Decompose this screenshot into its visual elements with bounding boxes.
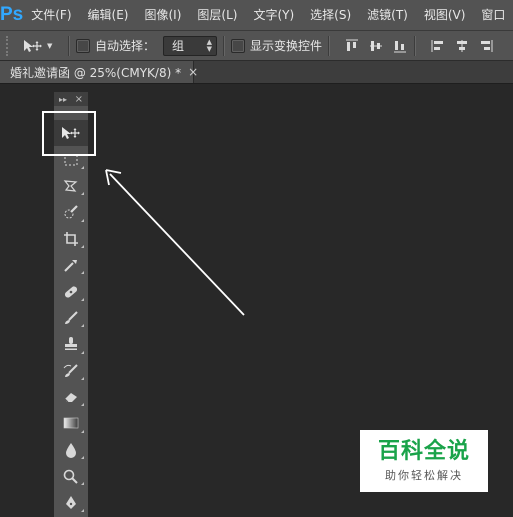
- align-horizontal-centers-icon[interactable]: [453, 36, 470, 56]
- submenu-indicator: [81, 456, 84, 460]
- divider: [223, 35, 226, 56]
- auto-select-value: 组: [172, 39, 185, 53]
- stamp-icon: [65, 337, 77, 351]
- spot-healing-brush-tool-button[interactable]: [54, 278, 88, 304]
- menu-edit[interactable]: 编辑(E): [80, 0, 137, 30]
- options-bar: ▼ 自动选择： 组 ▲ ▼ 显示变换控件: [0, 31, 513, 61]
- show-transform-controls-checkbox[interactable]: [231, 38, 246, 53]
- submenu-indicator: [81, 244, 84, 248]
- menu-view[interactable]: 视图(V): [416, 0, 474, 30]
- menu-type[interactable]: 文字(Y): [245, 0, 302, 30]
- submenu-indicator: [81, 218, 84, 222]
- menu-layer[interactable]: 图层(L): [189, 0, 245, 30]
- dodge-icon: [63, 469, 78, 484]
- auto-select-dropdown[interactable]: 组 ▲ ▼: [163, 35, 218, 56]
- polygonal-lasso-tool-button[interactable]: [54, 173, 88, 199]
- eyedropper-icon: [64, 260, 77, 272]
- pen-icon: [66, 495, 76, 509]
- gradient-icon: [63, 418, 79, 429]
- options-bar-grip[interactable]: [6, 35, 14, 56]
- close-icon[interactable]: ×: [188, 65, 198, 79]
- clone-stamp-tool-button[interactable]: [54, 331, 88, 357]
- document-tab-bar: 婚礼邀请函 @ 25%(CMYK/8) * ×: [0, 61, 513, 84]
- align-right-edges-icon[interactable]: [477, 36, 494, 56]
- submenu-indicator: [81, 350, 84, 354]
- blur-tool-button[interactable]: [54, 437, 88, 463]
- menu-select[interactable]: 选择(S): [302, 0, 359, 30]
- submenu-indicator: [81, 376, 84, 380]
- align-vertical-centers-icon[interactable]: [367, 36, 384, 56]
- eraser-icon: [64, 393, 77, 403]
- history-brush-tool-button[interactable]: [54, 358, 88, 384]
- close-icon[interactable]: ×: [75, 94, 83, 105]
- submenu-indicator: [81, 482, 84, 486]
- quick-selection-tool-button[interactable]: [54, 199, 88, 225]
- dodge-tool-button[interactable]: [54, 463, 88, 489]
- brush-icon: [65, 311, 78, 324]
- gradient-tool-button[interactable]: [54, 410, 88, 436]
- submenu-indicator: [81, 165, 84, 169]
- divider: [328, 35, 331, 56]
- document-tab[interactable]: 婚礼邀请函 @ 25%(CMYK/8) * ×: [0, 61, 198, 83]
- crop-icon: [64, 231, 78, 246]
- submenu-indicator: [81, 324, 84, 328]
- tool-preset-picker[interactable]: ▼: [22, 38, 62, 54]
- watermark: 百科全说 助你轻松解决: [360, 430, 488, 492]
- divider: [68, 35, 70, 56]
- submenu-indicator: [81, 271, 84, 275]
- align-top-edges-icon[interactable]: [343, 36, 360, 56]
- bandage-icon: [64, 285, 78, 298]
- chevron-down-icon: ▼: [47, 41, 53, 50]
- brush-tool-button[interactable]: [54, 305, 88, 331]
- eyedropper-tool-button[interactable]: [54, 252, 88, 278]
- submenu-indicator: [81, 192, 84, 196]
- menu-window[interactable]: 窗口: [473, 0, 513, 30]
- collapse-icon[interactable]: ▸▸: [59, 95, 67, 104]
- auto-select-checkbox[interactable]: [76, 38, 90, 53]
- submenu-indicator: [81, 297, 84, 301]
- lasso-icon: [63, 180, 78, 192]
- history-brush-icon: [63, 363, 78, 377]
- divider: [414, 35, 417, 56]
- submenu-indicator: [81, 429, 84, 433]
- move-tool-icon: [24, 39, 42, 52]
- watermark-title: 百科全说: [377, 439, 470, 464]
- move-tool-highlight-box: [42, 111, 96, 156]
- menu-bar: Ps 文件(F) 编辑(E) 图像(I) 图层(L) 文字(Y) 选择(S) 滤…: [0, 0, 513, 31]
- crop-tool-button[interactable]: [54, 226, 88, 252]
- auto-select-label: 自动选择：: [95, 39, 156, 53]
- align-left-edges-icon[interactable]: [429, 36, 446, 56]
- show-transform-controls-label: 显示变换控件: [250, 39, 323, 53]
- eraser-tool-button[interactable]: [54, 384, 88, 410]
- document-tab-title: 婚礼邀请函 @ 25%(CMYK/8) *: [10, 65, 182, 80]
- menu-filter[interactable]: 滤镜(T): [359, 0, 416, 30]
- menu-file[interactable]: 文件(F): [23, 0, 79, 30]
- stepper-icon: ▲ ▼: [206, 37, 213, 53]
- pen-tool-button[interactable]: [54, 489, 88, 515]
- droplet-icon: [66, 442, 76, 458]
- tools-panel-header[interactable]: ▸▸ ×: [54, 92, 88, 106]
- align-bottom-edges-icon[interactable]: [391, 36, 408, 56]
- menu-image[interactable]: 图像(I): [136, 0, 189, 30]
- submenu-indicator: [81, 403, 84, 407]
- photoshop-logo: Ps: [0, 4, 24, 25]
- watermark-subtitle: 助你轻松解决: [385, 469, 463, 482]
- submenu-indicator: [81, 508, 84, 512]
- quick-selection-icon: [64, 205, 78, 219]
